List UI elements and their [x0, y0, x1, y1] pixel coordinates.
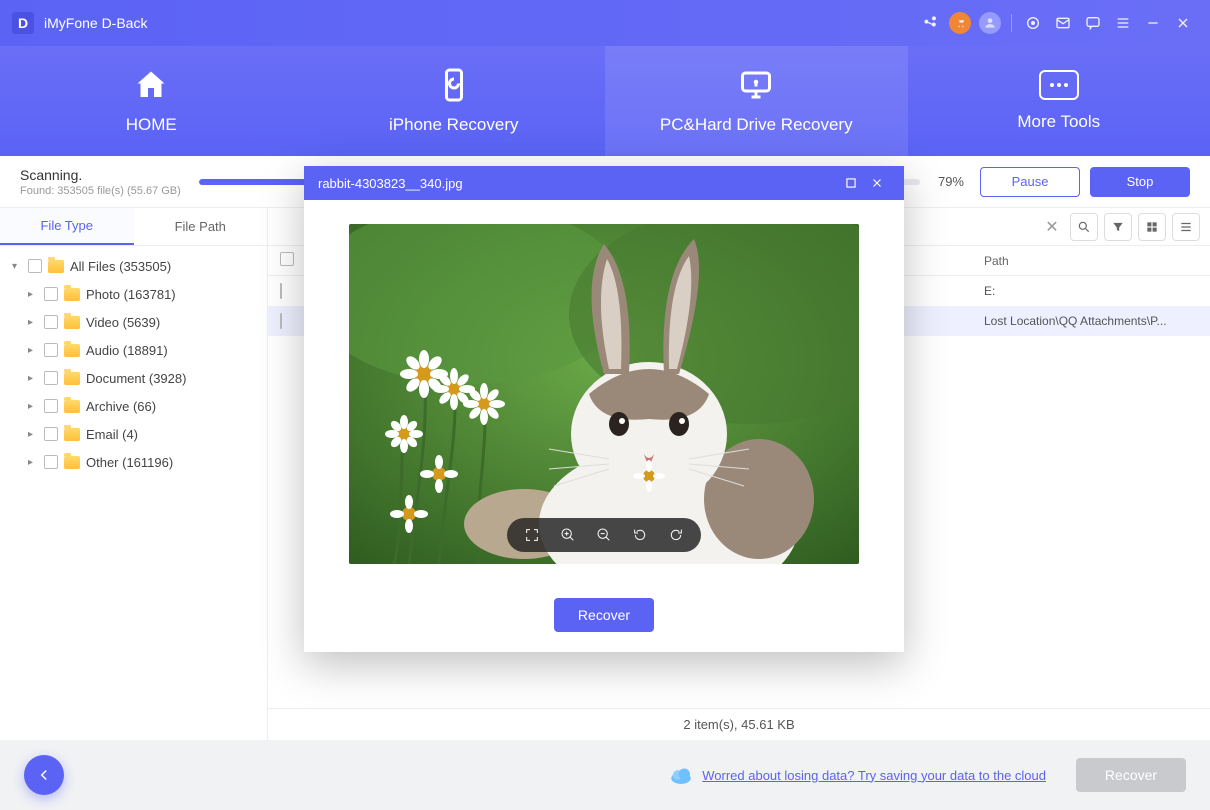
rotate-left-icon[interactable] [629, 524, 651, 546]
chevron-down-icon: ▾ [12, 261, 22, 272]
close-icon[interactable] [864, 170, 890, 196]
nav-home[interactable]: HOME [0, 46, 303, 156]
checkbox[interactable] [44, 399, 58, 413]
checkbox[interactable] [44, 371, 58, 385]
selection-summary: 2 item(s), 45.61 KB [268, 708, 1210, 740]
folder-icon [64, 456, 80, 469]
nav-pc-recovery[interactable]: PC&Hard Drive Recovery [605, 46, 908, 156]
cloud-backup-link[interactable]: Worred about losing data? Try saving you… [702, 768, 1046, 783]
file-tree: ▾ All Files (353505) ▸ Photo (163781) ▸ … [0, 246, 267, 482]
tree-label: Audio (18891) [86, 343, 168, 358]
tree-node-email[interactable]: ▸ Email (4) [0, 420, 267, 448]
chevron-right-icon: ▸ [28, 373, 38, 384]
more-tools-icon [1039, 70, 1079, 100]
checkbox[interactable] [44, 287, 58, 301]
share-icon[interactable] [915, 8, 945, 38]
checkbox[interactable] [280, 313, 282, 329]
chevron-right-icon: ▸ [28, 401, 38, 412]
maximize-icon[interactable] [838, 170, 864, 196]
folder-icon [64, 428, 80, 441]
zoom-in-icon[interactable] [557, 524, 579, 546]
preview-filename: rabbit-4303823__340.jpg [318, 176, 463, 191]
mail-icon[interactable] [1048, 8, 1078, 38]
chevron-right-icon: ▸ [28, 429, 38, 440]
chevron-right-icon: ▸ [28, 345, 38, 356]
modal-recover-button[interactable]: Recover [554, 598, 654, 632]
checkbox[interactable] [44, 427, 58, 441]
tree-node-video[interactable]: ▸ Video (5639) [0, 308, 267, 336]
nav-home-label: HOME [126, 115, 177, 135]
chevron-right-icon: ▸ [28, 457, 38, 468]
checkbox[interactable] [44, 343, 58, 357]
checkbox[interactable] [28, 259, 42, 273]
folder-icon [64, 344, 80, 357]
grid-view-icon[interactable] [1138, 213, 1166, 241]
clear-search-icon[interactable]: ✕ [1040, 215, 1064, 239]
tab-file-type[interactable]: File Type [0, 208, 134, 245]
folder-icon [64, 316, 80, 329]
nav-iphone-recovery[interactable]: iPhone Recovery [303, 46, 606, 156]
folder-icon [64, 400, 80, 413]
nav-more-label: More Tools [1017, 112, 1100, 132]
nav-iphone-label: iPhone Recovery [389, 115, 518, 135]
preview-modal: rabbit-4303823__340.jpg [304, 166, 904, 652]
search-icon[interactable] [1070, 213, 1098, 241]
nav-pc-label: PC&Hard Drive Recovery [660, 115, 853, 135]
tree-node-all-files[interactable]: ▾ All Files (353505) [0, 252, 267, 280]
scan-status-title: Scanning. [20, 167, 181, 183]
chevron-right-icon: ▸ [28, 289, 38, 300]
settings-target-icon[interactable] [1018, 8, 1048, 38]
tree-label: Document (3928) [86, 371, 186, 386]
tree-label: Archive (66) [86, 399, 156, 414]
back-button[interactable] [24, 755, 64, 795]
image-toolbar [507, 518, 701, 552]
menu-icon[interactable] [1108, 8, 1138, 38]
scan-status-sub: Found: 353505 file(s) (55.67 GB) [20, 185, 181, 197]
tree-node-archive[interactable]: ▸ Archive (66) [0, 392, 267, 420]
tree-node-audio[interactable]: ▸ Audio (18891) [0, 336, 267, 364]
avatar-icon[interactable] [975, 8, 1005, 38]
main-nav: HOME iPhone Recovery PC&Hard Drive Recov… [0, 46, 1210, 156]
tree-label: Email (4) [86, 427, 138, 442]
checkbox[interactable] [280, 283, 282, 299]
recover-button[interactable]: Recover [1076, 758, 1186, 792]
close-icon[interactable] [1168, 8, 1198, 38]
tree-label: Other (161196) [86, 455, 173, 470]
progress-percent: 79% [938, 174, 964, 189]
titlebar: D iMyFone D-Back [0, 0, 1210, 46]
tree-node-other[interactable]: ▸ Other (161196) [0, 448, 267, 476]
zoom-out-icon[interactable] [593, 524, 615, 546]
tree-node-document[interactable]: ▸ Document (3928) [0, 364, 267, 392]
tree-label: Photo (163781) [86, 287, 176, 302]
bottom-bar: Worred about losing data? Try saving you… [0, 740, 1210, 810]
stop-button[interactable]: Stop [1090, 167, 1190, 197]
chevron-right-icon: ▸ [28, 317, 38, 328]
feedback-icon[interactable] [1078, 8, 1108, 38]
cloud-icon [668, 765, 694, 785]
pause-button[interactable]: Pause [980, 167, 1080, 197]
tab-file-path[interactable]: File Path [134, 208, 268, 245]
fullscreen-icon[interactable] [521, 524, 543, 546]
tree-label: Video (5639) [86, 315, 160, 330]
folder-icon [64, 372, 80, 385]
sidebar: File Type File Path ▾ All Files (353505)… [0, 208, 268, 740]
preview-image [349, 224, 859, 564]
tree-node-photo[interactable]: ▸ Photo (163781) [0, 280, 267, 308]
rotate-right-icon[interactable] [665, 524, 687, 546]
select-all-checkbox[interactable] [280, 252, 294, 266]
cart-icon[interactable] [945, 8, 975, 38]
tree-label: All Files (353505) [70, 259, 171, 274]
minimize-icon[interactable] [1138, 8, 1168, 38]
app-logo: D [12, 12, 34, 34]
checkbox[interactable] [44, 455, 58, 469]
checkbox[interactable] [44, 315, 58, 329]
filter-icon[interactable] [1104, 213, 1132, 241]
app-title: iMyFone D-Back [44, 15, 147, 31]
nav-more-tools[interactable]: More Tools [908, 46, 1210, 156]
folder-icon [48, 260, 64, 273]
folder-icon [64, 288, 80, 301]
list-view-icon[interactable] [1172, 213, 1200, 241]
